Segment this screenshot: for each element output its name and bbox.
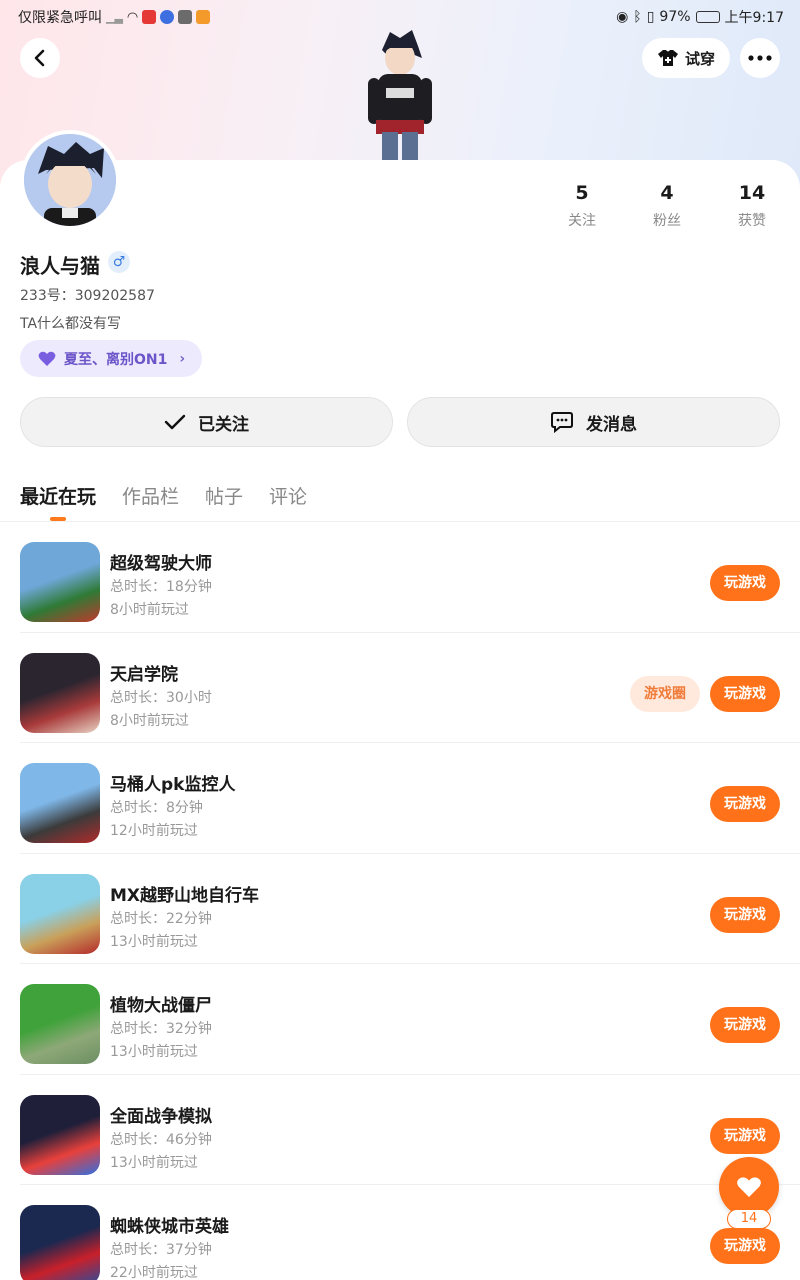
tab-works[interactable]: 作品栏 xyxy=(122,482,179,509)
more-dots-icon xyxy=(748,55,772,61)
relationship-tag-label: 夏至、离别ON1 xyxy=(64,351,168,368)
profile-bio: TA什么都没有写 xyxy=(20,316,122,332)
followed-button[interactable]: 已关注 xyxy=(20,397,393,447)
game-icon xyxy=(20,873,100,954)
avatar-image xyxy=(24,134,116,226)
play-game-button[interactable]: 玩游戏 xyxy=(710,896,780,933)
eye-icon: ◉ xyxy=(616,9,629,25)
game-duration: 总时长：30小时 xyxy=(110,689,212,706)
game-duration: 总时长：46分钟 xyxy=(110,1131,212,1148)
game-title: 天启学院 xyxy=(110,664,178,685)
game-last-played: 8小时前玩过 xyxy=(110,602,189,618)
game-row[interactable]: 植物大战僵尸 总时长：32分钟 13小时前玩过 玩游戏 xyxy=(0,964,800,1075)
play-game-button[interactable]: 玩游戏 xyxy=(710,1228,780,1264)
tab-recently-played[interactable]: 最近在玩 xyxy=(20,482,96,509)
recorder-icon xyxy=(142,10,157,24)
game-last-played: 12小时前玩过 xyxy=(110,823,198,839)
back-button[interactable] xyxy=(20,38,60,78)
following-label: 关注 xyxy=(568,213,596,229)
send-message-button[interactable]: 发消息 xyxy=(407,397,780,447)
mail-icon xyxy=(178,10,193,24)
game-icon xyxy=(20,542,100,622)
game-duration: 总时长：18分钟 xyxy=(110,579,212,595)
vibrate-icon: ▯ xyxy=(646,9,655,25)
bluetooth-icon: ᛒ xyxy=(633,9,642,25)
stat-following[interactable]: 5 关注 xyxy=(552,182,612,230)
try-on-button[interactable]: 试穿 xyxy=(642,38,730,78)
play-game-button[interactable]: 玩游戏 xyxy=(710,1007,780,1043)
game-last-played: 13小时前玩过 xyxy=(110,1154,198,1171)
battery-percent: 97% xyxy=(659,9,691,25)
game-title: 全面战争模拟 xyxy=(110,1106,212,1127)
stat-likes[interactable]: 14 获赞 xyxy=(722,182,782,230)
game-icon xyxy=(20,1094,100,1175)
battery-icon xyxy=(695,11,720,23)
game-list: 超级驾驶大师 总时长：18分钟 8小时前玩过 玩游戏 天启学院 总时长：30小时… xyxy=(0,522,800,1280)
game-title: 超级驾驶大师 xyxy=(110,554,212,574)
heart-icon xyxy=(737,1177,761,1197)
music-icon xyxy=(160,10,175,24)
play-game-button[interactable]: 玩游戏 xyxy=(710,786,780,822)
game-title: MX越野山地自行车 xyxy=(110,885,260,906)
more-options-button[interactable] xyxy=(740,38,780,78)
chevron-right-icon: › xyxy=(179,350,186,367)
likes-count: 14 xyxy=(738,182,766,204)
try-on-label: 试穿 xyxy=(684,49,715,68)
chat-bubble-icon xyxy=(551,412,573,433)
play-game-button[interactable]: 玩游戏 xyxy=(710,565,780,601)
stat-followers[interactable]: 4 粉丝 xyxy=(637,182,697,230)
game-last-played: 13小时前玩过 xyxy=(110,933,198,950)
carrier-text: 仅限紧急呼叫 xyxy=(18,10,102,26)
game-duration: 总时长：22分钟 xyxy=(110,910,212,927)
game-last-played: 22小时前玩过 xyxy=(110,1265,198,1280)
game-last-played: 8小时前玩过 xyxy=(110,712,189,729)
game-row[interactable]: 马桶人pk监控人 总时长：8分钟 12小时前玩过 玩游戏 xyxy=(0,743,800,854)
clock: 上午9:17 xyxy=(724,10,784,26)
heart-icon xyxy=(38,351,56,366)
checkmark-icon xyxy=(164,414,186,430)
avatar-character-figure xyxy=(368,30,432,162)
game-row[interactable]: 超级驾驶大师 总时长：18分钟 8小时前玩过 玩游戏 xyxy=(0,522,800,633)
tab-posts[interactable]: 帖子 xyxy=(205,482,243,509)
wifi-icon: ◠ xyxy=(126,9,139,25)
followed-label: 已关注 xyxy=(198,414,249,435)
play-game-button[interactable]: 玩游戏 xyxy=(710,675,780,712)
profile-tabs: 最近在玩 作品栏 帖子 评论 xyxy=(20,482,307,509)
tab-comments[interactable]: 评论 xyxy=(269,482,307,509)
signal-icon: ▁▃ xyxy=(106,10,123,24)
game-icon xyxy=(20,652,100,733)
relationship-tag[interactable]: 夏至、离别ON1 › xyxy=(20,340,202,377)
avatar[interactable] xyxy=(20,130,120,230)
game-title: 植物大战僵尸 xyxy=(110,996,212,1016)
game-row[interactable]: MX越野山地自行车 总时长：22分钟 13小时前玩过 玩游戏 xyxy=(0,854,800,964)
game-title: 蜘蛛侠城市英雄 xyxy=(110,1217,229,1237)
game-last-played: 13小时前玩过 xyxy=(110,1044,198,1060)
game-circle-button[interactable]: 游戏圈 xyxy=(630,675,700,712)
game-icon xyxy=(20,763,100,843)
likes-label: 获赞 xyxy=(738,213,766,229)
tshirt-icon xyxy=(657,50,678,66)
game-row[interactable]: 天启学院 总时长：30小时 8小时前玩过 游戏圈 玩游戏 xyxy=(0,633,800,743)
profile-name: 浪人与猫 xyxy=(20,254,100,278)
game-row[interactable]: 蜘蛛侠城市英雄 总时长：37分钟 22小时前玩过 玩游戏 xyxy=(0,1185,800,1280)
user-id: 233号：309202587 xyxy=(20,288,155,304)
send-message-label: 发消息 xyxy=(586,414,637,435)
chevron-left-icon xyxy=(34,49,45,67)
like-button[interactable] xyxy=(719,1157,779,1217)
like-count: 14 xyxy=(727,1209,771,1229)
video-app-icon xyxy=(196,10,211,24)
following-count: 5 xyxy=(575,182,589,204)
game-title: 马桶人pk监控人 xyxy=(110,775,236,795)
play-game-button[interactable]: 玩游戏 xyxy=(710,1117,780,1154)
game-row[interactable]: 全面战争模拟 总时长：46分钟 13小时前玩过 玩游戏 xyxy=(0,1075,800,1185)
game-icon xyxy=(20,984,100,1064)
followers-label: 粉丝 xyxy=(653,213,681,229)
game-duration: 总时长：37分钟 xyxy=(110,1242,212,1258)
followers-count: 4 xyxy=(660,182,674,204)
game-duration: 总时长：8分钟 xyxy=(110,800,203,816)
game-icon xyxy=(20,1205,100,1280)
male-gender-icon: ♂ xyxy=(108,251,130,273)
game-duration: 总时长：32分钟 xyxy=(110,1021,212,1037)
